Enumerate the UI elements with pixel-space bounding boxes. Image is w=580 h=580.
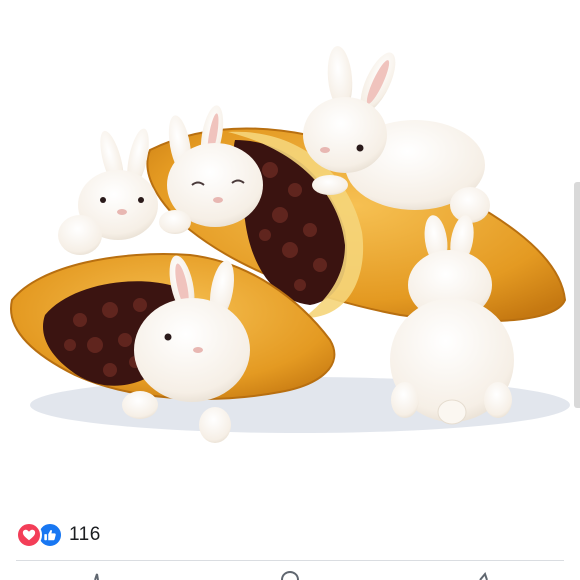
divider — [16, 560, 564, 561]
reaction-icons — [16, 522, 63, 548]
share-action-icon — [479, 571, 489, 580]
reaction-summary[interactable]: 116 — [16, 520, 101, 550]
love-reaction-icon — [16, 522, 42, 548]
reaction-count[interactable]: 116 — [69, 524, 101, 546]
comment-action-icon — [280, 570, 299, 580]
share-button[interactable] — [453, 568, 513, 580]
post-action-row — [0, 568, 580, 580]
scrollbar[interactable] — [574, 182, 580, 408]
post-image[interactable] — [0, 0, 580, 490]
comment-button[interactable] — [260, 568, 320, 580]
like-button[interactable] — [67, 568, 127, 580]
bunnies-in-pastries-illustration — [9, 46, 570, 443]
like-action-icon — [93, 573, 99, 580]
